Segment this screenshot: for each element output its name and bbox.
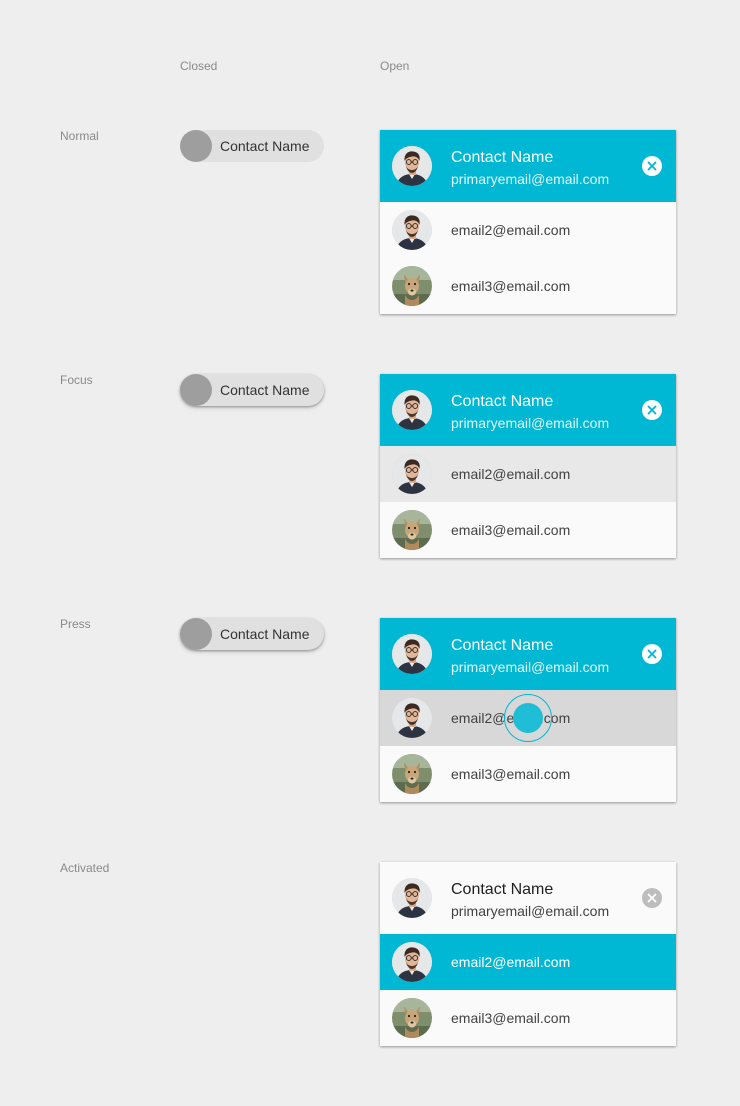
close-icon[interactable] (642, 156, 662, 176)
contact-avatar (392, 634, 432, 674)
contact-card-header[interactable]: Contact Name primaryemail@email.com (380, 374, 676, 446)
contact-card-header[interactable]: Contact Name primaryemail@email.com (380, 130, 676, 202)
contact-chip-focus[interactable]: Contact Name (180, 374, 324, 406)
column-header-closed: Closed (180, 59, 218, 73)
chip-label: Contact Name (220, 382, 310, 398)
email-option-2[interactable]: email2@email.com (380, 934, 676, 990)
contact-avatar (392, 454, 432, 494)
chip-avatar (180, 618, 212, 650)
contact-card-normal: Contact Name primaryemail@email.com emai… (380, 130, 676, 314)
state-label-press: Press (60, 617, 91, 631)
email-option-3[interactable]: email3@email.com (380, 258, 676, 314)
primary-email: primaryemail@email.com (451, 415, 610, 431)
email-option-2[interactable]: email2@email.com (380, 690, 676, 746)
dog-avatar (392, 510, 432, 550)
contact-avatar (392, 390, 432, 430)
primary-email: primaryemail@email.com (451, 903, 610, 919)
email-option-label: email3@email.com (451, 522, 571, 538)
chip-label: Contact Name (220, 626, 310, 642)
close-icon[interactable] (642, 644, 662, 664)
touch-ripple-dot (513, 703, 543, 733)
contact-avatar (392, 942, 432, 982)
email-option-label: email3@email.com (451, 766, 571, 782)
state-label-activated: Activated (60, 861, 110, 875)
chip-avatar (180, 130, 212, 162)
contact-name: Contact Name (451, 149, 554, 166)
close-icon[interactable] (642, 888, 662, 908)
dog-avatar (392, 266, 432, 306)
contact-chip-normal[interactable]: Contact Name (180, 130, 324, 162)
primary-email: primaryemail@email.com (451, 659, 610, 675)
email-option-label: email3@email.com (451, 1010, 571, 1026)
contact-name: Contact Name (451, 637, 554, 654)
contact-avatar (392, 698, 432, 738)
dog-avatar (392, 998, 432, 1038)
contact-avatar (392, 878, 432, 918)
close-icon[interactable] (642, 400, 662, 420)
contact-card-header[interactable]: Contact Name primaryemail@email.com (380, 862, 676, 934)
dog-avatar (392, 754, 432, 794)
chip-avatar (180, 374, 212, 406)
contact-name: Contact Name (451, 393, 554, 410)
state-label-normal: Normal (60, 129, 99, 143)
chip-label: Contact Name (220, 138, 310, 154)
email-option-3[interactable]: email3@email.com (380, 990, 676, 1046)
email-option-label: email2@email.com (451, 466, 571, 482)
contact-card-focus: Contact Name primaryemail@email.com emai… (380, 374, 676, 558)
contact-avatar (392, 210, 432, 250)
contact-name: Contact Name (451, 881, 554, 898)
email-option-2[interactable]: email2@email.com (380, 446, 676, 502)
column-header-open: Open (380, 59, 410, 73)
contact-card-activated: Contact Name primaryemail@email.com emai… (380, 862, 676, 1046)
email-option-label: email2@email.com (451, 222, 571, 238)
contact-card-press: Contact Name primaryemail@email.com emai… (380, 618, 676, 802)
contact-avatar (392, 146, 432, 186)
email-option-2[interactable]: email2@email.com (380, 202, 676, 258)
email-option-label: email3@email.com (451, 278, 571, 294)
email-option-label: email2@email.com (451, 954, 571, 970)
email-option-3[interactable]: email3@email.com (380, 502, 676, 558)
email-option-3[interactable]: email3@email.com (380, 746, 676, 802)
contact-card-header[interactable]: Contact Name primaryemail@email.com (380, 618, 676, 690)
primary-email: primaryemail@email.com (451, 171, 610, 187)
contact-chip-press[interactable]: Contact Name (180, 618, 324, 650)
state-label-focus: Focus (60, 373, 93, 387)
